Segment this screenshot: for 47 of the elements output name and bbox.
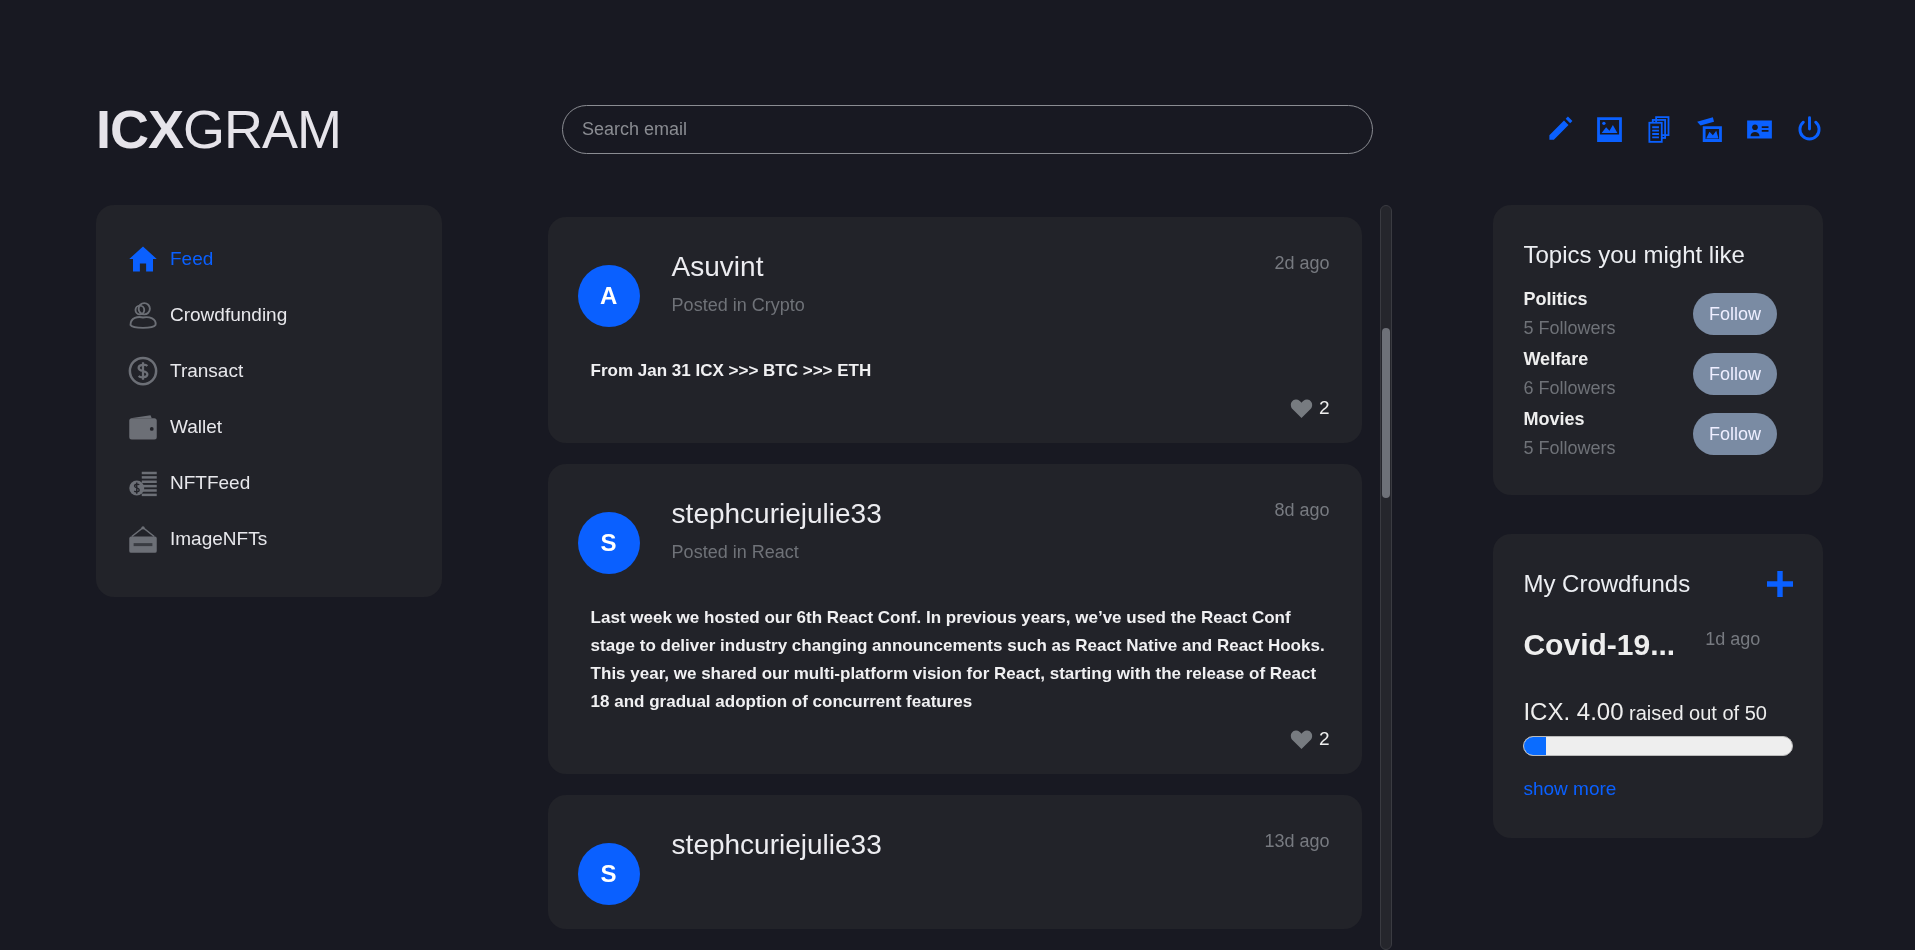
follower-count: 5 Followers	[1523, 438, 1616, 459]
follower-count: 5 Followers	[1523, 318, 1616, 339]
post-text: From Jan 31 ICX >>> BTC >>> ETH	[590, 360, 873, 382]
wallet-icon	[128, 412, 158, 442]
sign-icon	[128, 524, 158, 554]
topic-name: Politics	[1523, 289, 1589, 310]
author-name[interactable]: stephcuriejulie33	[671, 498, 882, 530]
heart-icon[interactable]	[1290, 728, 1314, 750]
post-category: Posted in React	[671, 542, 800, 563]
author-name[interactable]: stephcuriejulie33	[671, 829, 882, 861]
raised-amount: ICX. 4.00 raised out of 50	[1523, 698, 1768, 726]
photos-icon[interactable]	[1696, 115, 1723, 143]
like-count: 2	[1319, 397, 1330, 419]
sidebar-item[interactable]: ImageNFTs	[128, 521, 412, 557]
post-time: 8d ago	[1274, 500, 1330, 521]
sidebar-item[interactable]: Transact	[128, 353, 412, 389]
crowdfund-time: 1d ago	[1705, 628, 1761, 650]
sidebar-item[interactable]: NFTFeed	[128, 465, 412, 501]
logo[interactable]: ICXGRAM	[96, 102, 562, 156]
post-text: Last week we hosted our 6th React Conf. In previous years, we’ve used the React Conf stage to deliver industry changing announcements such as React Native and React Hooks. This year, we shared our multi-platform vision for React, starting with the release of React 18 and gradual adoption of concurrent features	[590, 607, 1326, 713]
pencil-icon[interactable]	[1546, 115, 1573, 143]
image-icon[interactable]	[1596, 115, 1623, 143]
plus-icon[interactable]	[1767, 571, 1793, 597]
scrollbar[interactable]	[1379, 205, 1392, 950]
sidebar-item[interactable]: Wallet	[128, 409, 412, 445]
avatar[interactable]: S	[577, 512, 640, 574]
avatar[interactable]: S	[577, 843, 640, 905]
crowdfund-title[interactable]: Covid-19...	[1523, 628, 1676, 662]
post-time: 2d ago	[1274, 253, 1330, 274]
author-name[interactable]: Asuvint	[671, 251, 805, 283]
like-count: 2	[1319, 728, 1330, 750]
search-field[interactable]: Search email	[562, 104, 1373, 154]
power-icon[interactable]	[1796, 115, 1823, 143]
home-icon	[128, 244, 158, 274]
panel-title: My Crowdfunds	[1523, 570, 1691, 598]
post-time: 13d ago	[1264, 831, 1330, 852]
dollar-icon	[128, 356, 158, 386]
post-category: Posted in Crypto	[671, 295, 805, 316]
panel-title: Topics you might like	[1523, 241, 1746, 269]
topic-name: Welfare	[1523, 349, 1590, 370]
topic-name: Movies	[1523, 409, 1586, 430]
avatar[interactable]: A	[577, 265, 640, 327]
users-icon	[128, 300, 158, 330]
sidebar-item[interactable]: Crowdfunding	[128, 297, 412, 333]
heart-icon[interactable]	[1290, 397, 1314, 419]
follower-count: 6 Followers	[1523, 378, 1616, 399]
scrollbar-thumb[interactable]	[1381, 328, 1390, 498]
